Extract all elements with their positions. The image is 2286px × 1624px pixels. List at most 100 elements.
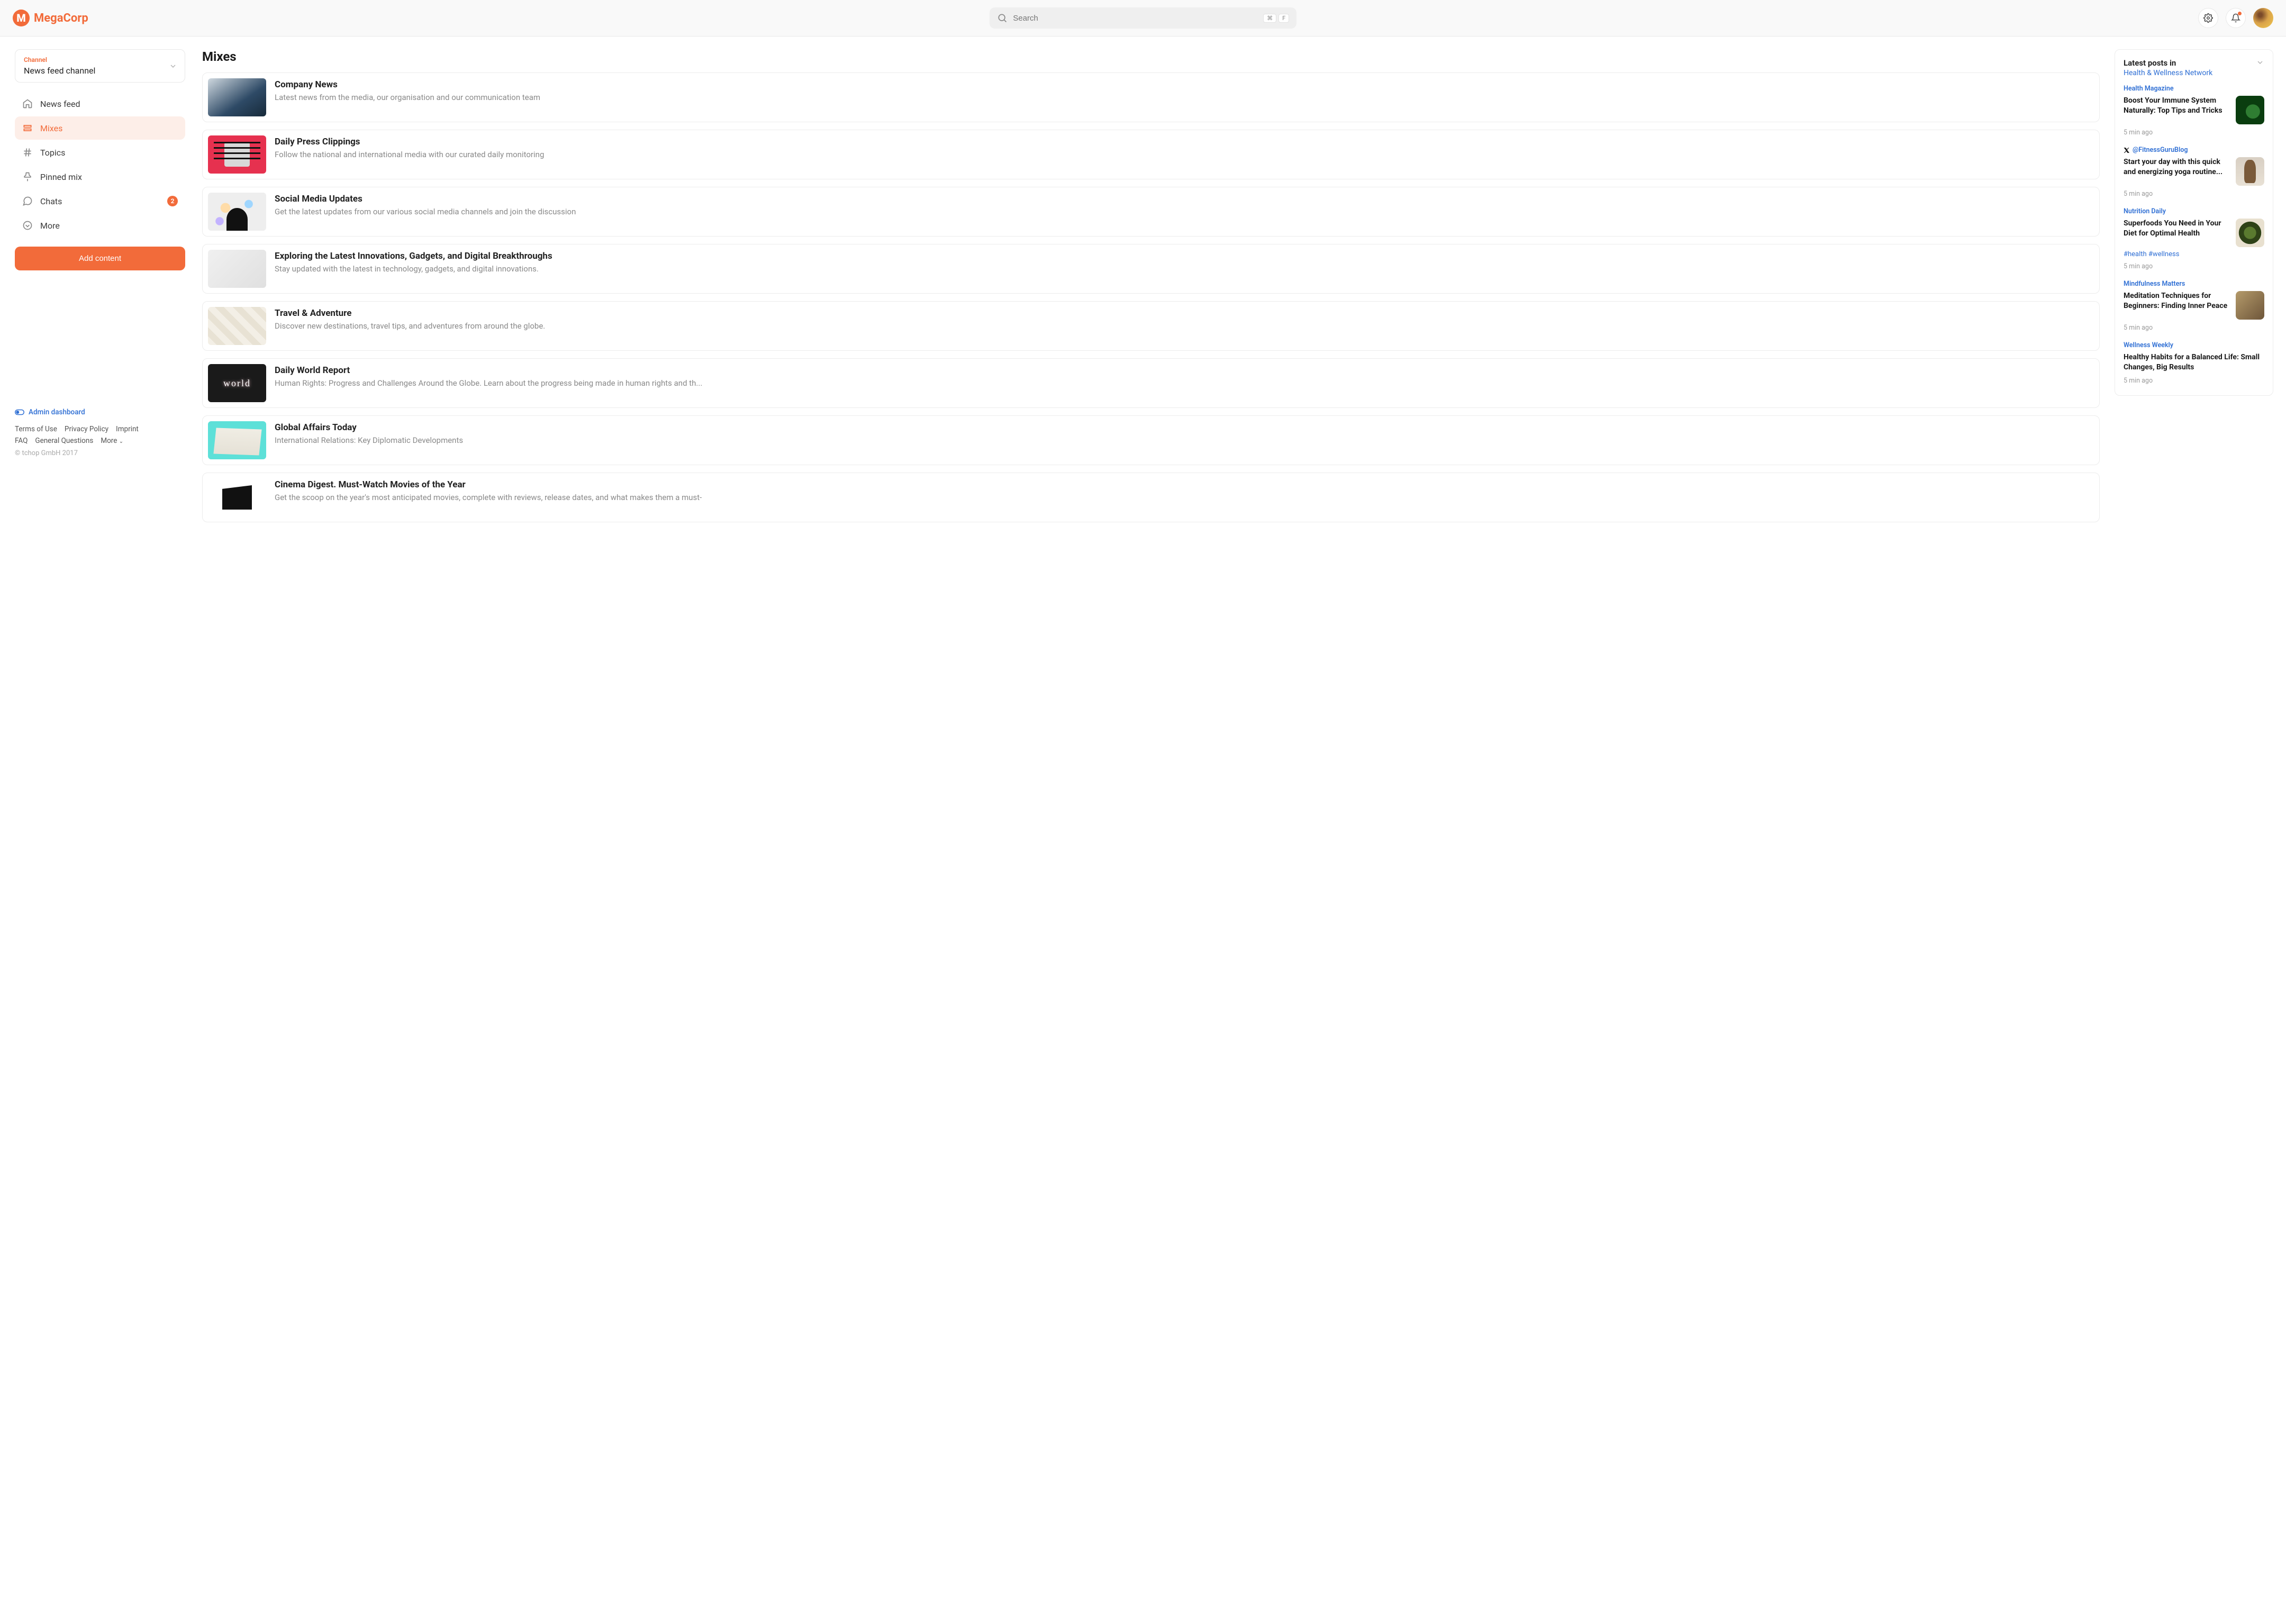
post-item[interactable]: Health Magazine Boost Your Immune System… xyxy=(2124,85,2264,137)
nav-chats[interactable]: Chats 2 xyxy=(15,189,185,213)
link-more[interactable]: More ⌄ xyxy=(101,437,123,445)
mix-description: Get the latest updates from our various … xyxy=(275,206,576,218)
post-thumbnail xyxy=(2236,219,2264,247)
post-title: Start your day with this quick and energ… xyxy=(2124,157,2230,177)
sidebar: Channel News feed channel News feed Mixe… xyxy=(13,49,187,457)
nav-news-feed[interactable]: News feed xyxy=(15,92,185,115)
mix-card[interactable]: Cinema Digest. Must-Watch Movies of the … xyxy=(202,473,2100,522)
mix-thumbnail xyxy=(208,364,266,402)
channel-label: Channel xyxy=(24,56,176,63)
search-icon xyxy=(997,13,1008,23)
post-time: 5 min ago xyxy=(2124,129,2264,137)
nav-mixes[interactable]: Mixes xyxy=(15,116,185,140)
mix-card[interactable]: Company News Latest news from the media,… xyxy=(202,72,2100,122)
mix-thumbnail xyxy=(208,193,266,231)
mix-card[interactable]: Daily Press Clippings Follow the nationa… xyxy=(202,130,2100,179)
nav-label: Topics xyxy=(40,148,65,158)
post-title: Meditation Techniques for Beginners: Fin… xyxy=(2124,291,2230,311)
mix-title: Company News xyxy=(275,79,540,90)
mix-description: Stay updated with the latest in technolo… xyxy=(275,264,552,275)
page-title: Mixes xyxy=(202,49,2100,64)
post-title: Superfoods You Need in Your Diet for Opt… xyxy=(2124,219,2230,239)
nav-topics[interactable]: Topics xyxy=(15,141,185,164)
settings-button[interactable] xyxy=(2198,8,2218,28)
home-icon xyxy=(22,98,33,109)
toggle-icon xyxy=(15,409,24,415)
post-thumbnail xyxy=(2236,291,2264,320)
post-thumbnail xyxy=(2236,157,2264,186)
post-item[interactable]: Mindfulness Matters Meditation Technique… xyxy=(2124,280,2264,332)
link-general-questions[interactable]: General Questions xyxy=(35,437,93,445)
x-twitter-icon xyxy=(2124,147,2130,153)
app-header: M MegaCorp ⌘F xyxy=(0,0,2286,37)
post-source: Wellness Weekly xyxy=(2124,341,2264,349)
link-faq[interactable]: FAQ xyxy=(15,437,28,445)
copyright: © tchop GmbH 2017 xyxy=(15,449,185,457)
mix-title: Cinema Digest. Must-Watch Movies of the … xyxy=(275,479,702,490)
chevron-circle-down-icon xyxy=(22,220,33,231)
nav-pinned-mix[interactable]: Pinned mix xyxy=(15,165,185,188)
mix-title: Daily World Report xyxy=(275,365,702,376)
mix-card[interactable]: Travel & Adventure Discover new destinat… xyxy=(202,301,2100,351)
panel-subtitle: Health & Wellness Network xyxy=(2124,69,2212,77)
mix-card[interactable]: Social Media Updates Get the latest upda… xyxy=(202,187,2100,237)
admin-dashboard-link[interactable]: Admin dashboard xyxy=(15,408,185,416)
post-source: Nutrition Daily xyxy=(2124,207,2264,215)
nav-label: News feed xyxy=(40,99,80,109)
mix-description: Get the scoop on the year's most anticip… xyxy=(275,492,702,504)
mix-description: International Relations: Key Diplomatic … xyxy=(275,435,463,447)
mix-title: Social Media Updates xyxy=(275,194,576,204)
mix-title: Exploring the Latest Innovations, Gadget… xyxy=(275,251,552,261)
nav-more[interactable]: More xyxy=(15,214,185,237)
mix-description: Latest news from the media, our organisa… xyxy=(275,92,540,104)
mix-title: Travel & Adventure xyxy=(275,308,545,319)
post-item[interactable]: Nutrition Daily Superfoods You Need in Y… xyxy=(2124,207,2264,270)
post-item[interactable]: @FitnessGuruBlog Start your day with thi… xyxy=(2124,146,2264,198)
link-terms[interactable]: Terms of Use xyxy=(15,425,57,433)
mixes-icon xyxy=(22,123,33,133)
mix-thumbnail xyxy=(208,78,266,116)
brand-logo-icon: M xyxy=(13,10,30,26)
post-source: Health Magazine xyxy=(2124,85,2264,93)
post-item[interactable]: Wellness Weekly Healthy Habits for a Bal… xyxy=(2124,341,2264,385)
mix-description: Human Rights: Progress and Challenges Ar… xyxy=(275,378,702,389)
mix-description: Follow the national and international me… xyxy=(275,149,544,161)
mix-thumbnail xyxy=(208,250,266,288)
post-tags: #health #wellness xyxy=(2124,250,2264,258)
mix-thumbnail xyxy=(208,307,266,345)
notifications-button[interactable] xyxy=(2226,8,2246,28)
gear-icon xyxy=(2203,13,2213,23)
latest-posts-panel: Latest posts in Health & Wellness Networ… xyxy=(2115,49,2273,396)
mix-thumbnail xyxy=(208,421,266,459)
search-input[interactable] xyxy=(1013,14,1258,23)
mix-title: Daily Press Clippings xyxy=(275,137,544,147)
post-source: @FitnessGuruBlog xyxy=(2124,146,2264,154)
link-imprint[interactable]: Imprint xyxy=(116,425,139,433)
footer-links-row-2: FAQ General Questions More ⌄ xyxy=(15,437,185,445)
nav-label: Mixes xyxy=(40,123,62,133)
user-avatar[interactable] xyxy=(2253,8,2273,28)
notification-dot-icon xyxy=(2238,12,2242,15)
add-content-button[interactable]: Add content xyxy=(15,247,185,270)
chats-badge: 2 xyxy=(167,196,178,206)
panel-title: Latest posts in xyxy=(2124,58,2212,68)
chevron-down-icon: ⌄ xyxy=(119,439,123,444)
chevron-down-icon xyxy=(2256,58,2264,67)
mix-thumbnail xyxy=(208,478,266,516)
channel-selector[interactable]: Channel News feed channel xyxy=(15,49,185,83)
mix-title: Global Affairs Today xyxy=(275,422,463,433)
search-input-wrap[interactable]: ⌘F xyxy=(990,7,1296,29)
hash-icon xyxy=(22,147,33,158)
pin-icon xyxy=(22,171,33,182)
mix-card[interactable]: Exploring the Latest Innovations, Gadget… xyxy=(202,244,2100,294)
brand-logo[interactable]: M MegaCorp xyxy=(13,10,88,26)
post-title: Boost Your Immune System Naturally: Top … xyxy=(2124,96,2230,116)
mix-card[interactable]: Daily World Report Human Rights: Progres… xyxy=(202,358,2100,408)
link-privacy[interactable]: Privacy Policy xyxy=(65,425,108,433)
post-time: 5 min ago xyxy=(2124,377,2264,385)
mix-card[interactable]: Global Affairs Today International Relat… xyxy=(202,415,2100,465)
post-time: 5 min ago xyxy=(2124,262,2264,270)
chat-icon xyxy=(22,196,33,206)
panel-header[interactable]: Latest posts in Health & Wellness Networ… xyxy=(2124,58,2264,77)
footer-links-row-1: Terms of Use Privacy Policy Imprint xyxy=(15,425,185,433)
